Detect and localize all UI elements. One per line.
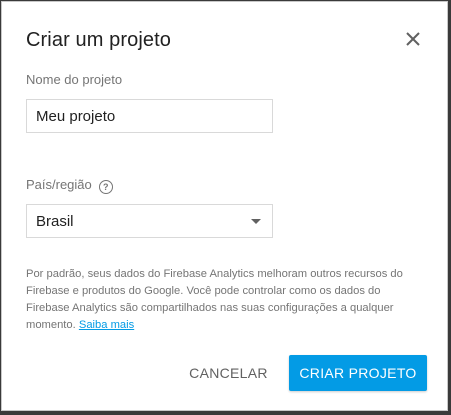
project-name-input[interactable] bbox=[27, 100, 272, 132]
learn-more-link[interactable]: Saiba mais bbox=[79, 319, 134, 331]
close-icon[interactable] bbox=[399, 25, 427, 53]
caret-down-icon bbox=[251, 219, 261, 224]
create-project-button[interactable]: CRIAR PROJETO bbox=[289, 355, 427, 391]
project-name-label: Nome do projeto bbox=[26, 72, 123, 87]
create-project-dialog: Criar um projeto Nome do projeto País/re… bbox=[1, 1, 448, 411]
dialog-title: Criar um projeto bbox=[26, 29, 171, 51]
project-name-field[interactable] bbox=[26, 99, 273, 133]
region-label-row: País/região? bbox=[26, 177, 113, 194]
region-selected-value: Brasil bbox=[36, 213, 74, 230]
help-circle-icon[interactable]: ? bbox=[98, 180, 113, 194]
cancel-button[interactable]: CANCELAR bbox=[178, 355, 279, 391]
analytics-info-text: Por padrão, seus dados do Firebase Analy… bbox=[26, 266, 426, 334]
region-select[interactable]: Brasil bbox=[26, 204, 273, 238]
region-label: País/região bbox=[26, 177, 92, 192]
